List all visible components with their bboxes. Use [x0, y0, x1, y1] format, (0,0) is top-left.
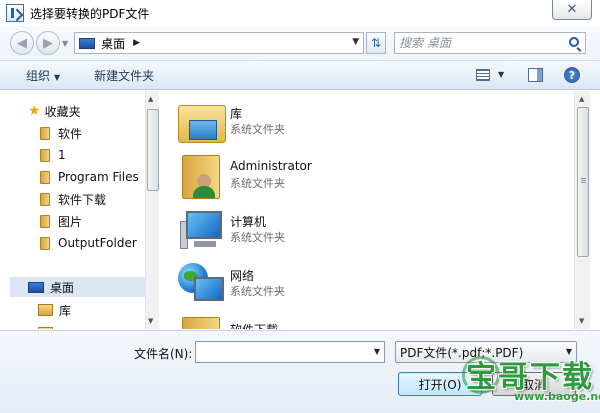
file-item-library[interactable]: 库 系统文件夹 — [178, 97, 438, 149]
filetype-select[interactable]: PDF文件(*.pdf;*.PDF) ▼ — [395, 341, 577, 363]
scrollbar-thumb[interactable] — [147, 109, 159, 191]
desktop-icon — [28, 281, 44, 293]
nav-item-software-download[interactable]: 软件下载 — [40, 189, 106, 209]
search-box[interactable] — [394, 32, 587, 54]
refresh-button[interactable]: ⇅ — [366, 32, 387, 54]
organize-button[interactable]: 组织 ▼ — [22, 67, 64, 84]
change-view-icon[interactable] — [476, 69, 490, 81]
cancel-button[interactable]: 取消 — [492, 372, 576, 396]
folder-icon — [40, 192, 50, 206]
recent-pages-dropdown-icon[interactable]: ▼ — [62, 39, 68, 48]
file-item-computer[interactable]: 计算机 系统文件夹 — [178, 205, 438, 257]
back-button[interactable]: ◀ — [10, 31, 34, 55]
file-item-administrator[interactable]: Administrator 系统文件夹 — [178, 151, 438, 203]
file-name: Administrator — [230, 159, 312, 173]
search-input[interactable] — [399, 36, 560, 50]
desktop-icon — [79, 37, 96, 49]
nav-item-pictures[interactable]: 图片 — [40, 211, 82, 231]
nav-favorites-label: 收藏夹 — [44, 104, 81, 119]
folder-icon — [182, 317, 220, 329]
file-name: 库 — [230, 107, 243, 121]
nav-item-1[interactable]: 1 — [40, 145, 66, 165]
nav-item-library[interactable]: 库 — [38, 300, 71, 320]
title-bar: 选择要转换的PDF文件 ✕ — [0, 0, 600, 26]
window-title: 选择要转换的PDF文件 — [30, 6, 150, 21]
nav-item-label: 1 — [58, 148, 66, 162]
close-button[interactable]: ✕ — [552, 0, 592, 20]
filename-input[interactable] — [199, 342, 365, 362]
computer-icon — [180, 209, 228, 253]
address-bar[interactable]: 桌面 ▶ ▼ — [74, 32, 365, 54]
user-folder-icon — [182, 155, 220, 199]
filename-label: 文件名(N): — [134, 347, 193, 361]
filelist-scrollbar[interactable]: ▲ ▼ — [574, 91, 590, 329]
forward-arrow-icon: ▶ — [43, 35, 53, 51]
file-desc: 系统文件夹 — [230, 231, 285, 244]
nav-desktop-label: 桌面 — [50, 280, 75, 295]
navigation-bar: ◀ ▶ ▼ 桌面 ▶ ▼ ⇅ — [0, 26, 600, 60]
search-icon[interactable] — [569, 37, 580, 47]
folder-icon — [40, 170, 50, 184]
forward-button[interactable]: ▶ — [36, 31, 60, 55]
scroll-down-icon[interactable]: ▼ — [148, 317, 153, 325]
address-dropdown-icon[interactable]: ▼ — [352, 37, 359, 47]
preview-pane-icon[interactable] — [528, 68, 543, 82]
nav-item-desktop[interactable]: 桌面 — [10, 277, 145, 297]
nav-item-label: 软件 — [58, 126, 83, 141]
nav-item-label: Program Files — [58, 170, 139, 184]
library-icon — [38, 327, 53, 329]
scrollbar-thumb[interactable] — [577, 107, 589, 257]
scroll-up-icon[interactable]: ▲ — [579, 95, 584, 103]
nav-item-software[interactable]: 软件 — [40, 123, 82, 143]
filename-dropdown-icon[interactable]: ▼ — [374, 347, 380, 356]
scroll-down-icon[interactable]: ▼ — [579, 317, 584, 325]
filetype-value: PDF文件(*.pdf;*.PDF) — [400, 345, 524, 360]
nav-library-label: 库 — [59, 303, 72, 318]
bottom-panel: 文件名(N): ▼ PDF文件(*.pdf;*.PDF) ▼ 打开(O) 取消 — [0, 330, 600, 413]
breadcrumb-desktop[interactable]: 桌面 — [101, 35, 125, 52]
nav-item-program-files[interactable]: Program Files — [40, 167, 139, 187]
library-icon — [178, 105, 226, 143]
folder-icon — [40, 126, 50, 140]
nav-item-label: 图片 — [58, 214, 83, 229]
file-name: 计算机 — [230, 215, 267, 229]
folder-icon — [40, 148, 50, 162]
chevron-down-icon: ▼ — [54, 72, 61, 82]
nav-item-label: OutputFolder — [58, 236, 137, 250]
nav-favorites[interactable]: ★ 收藏夹 — [28, 101, 81, 121]
file-item-software-download[interactable]: 软件下载 — [178, 313, 438, 329]
folder-icon — [40, 214, 50, 228]
star-icon: ★ — [28, 103, 41, 119]
breadcrumb-arrow-icon[interactable]: ▶ — [133, 38, 140, 48]
nav-item-label: 软件下载 — [58, 192, 107, 207]
app-icon — [6, 4, 24, 22]
help-icon[interactable]: ? — [564, 67, 580, 83]
navigation-pane: ★ 收藏夹 软件 1 Program Files 软件下载 图片 OutputF… — [10, 91, 160, 329]
view-dropdown-icon[interactable]: ▼ — [498, 70, 504, 79]
organize-label: 组织 — [26, 68, 51, 83]
file-desc: 系统文件夹 — [230, 177, 285, 190]
file-name: 网络 — [230, 269, 255, 283]
file-list: 库 系统文件夹 Administrator 系统文件夹 计算机 系统文件夹 网络… — [162, 91, 574, 329]
open-button[interactable]: 打开(O) — [398, 372, 482, 396]
navpane-scrollbar[interactable]: ▲ ▼ — [145, 91, 159, 329]
network-icon — [178, 263, 226, 307]
library-icon — [38, 304, 53, 316]
command-toolbar: 组织 ▼ 新建文件夹 ▼ ? — [0, 60, 600, 90]
scroll-up-icon[interactable]: ▲ — [148, 95, 153, 103]
folder-icon — [40, 236, 50, 250]
chevron-down-icon: ▼ — [565, 347, 572, 356]
back-arrow-icon: ◀ — [17, 35, 27, 51]
refresh-icon: ⇅ — [371, 36, 382, 50]
new-folder-button[interactable]: 新建文件夹 — [90, 67, 158, 84]
nav-item-outputfolder[interactable]: OutputFolder — [40, 233, 137, 253]
file-name: 软件下载 — [230, 321, 278, 329]
file-desc: 系统文件夹 — [230, 123, 285, 136]
close-icon: ✕ — [566, 2, 578, 17]
file-desc: 系统文件夹 — [230, 285, 285, 298]
filename-combobox[interactable]: ▼ — [195, 341, 385, 363]
nav-item-partial[interactable] — [38, 323, 59, 329]
file-item-network[interactable]: 网络 系统文件夹 — [178, 259, 438, 311]
